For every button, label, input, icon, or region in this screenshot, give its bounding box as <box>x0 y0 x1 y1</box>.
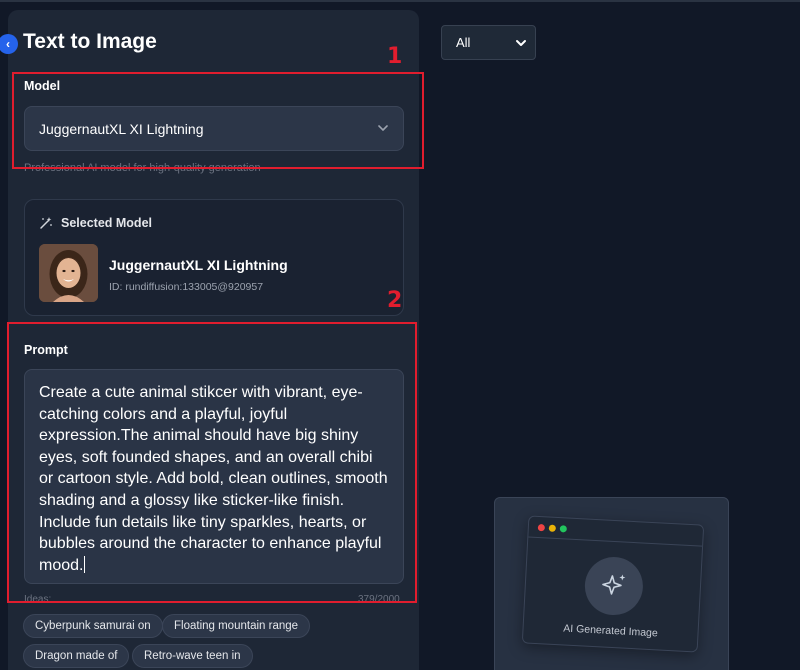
top-divider <box>0 0 800 2</box>
sparkles-glyph-icon <box>602 574 626 595</box>
generated-image-placeholder: AI Generated Image <box>494 497 729 670</box>
window-dot-green <box>559 525 567 533</box>
prompt-textarea[interactable]: Create a cute animal stikcer with vibran… <box>24 369 404 584</box>
selected-model-header: Selected Model <box>39 216 152 230</box>
page-title: Text to Image <box>23 30 157 53</box>
magic-wand-icon <box>40 217 52 229</box>
chevron-down-icon <box>378 125 388 131</box>
selected-model-name: JuggernautXL XI Lightning <box>109 257 288 273</box>
prompt-label: Prompt <box>24 343 68 357</box>
chevron-down-icon <box>516 40 526 46</box>
mock-browser-window: AI Generated Image <box>521 515 705 653</box>
filter-select[interactable]: All <box>441 25 536 60</box>
app-root: ‹ Text to Image Model JuggernautXL XI Li… <box>0 0 800 670</box>
model-select-value: JuggernautXL XI Lightning <box>39 120 204 137</box>
idea-chip[interactable]: Dragon made of <box>23 644 130 668</box>
selected-model-heading: Selected Model <box>61 216 152 230</box>
text-caret <box>84 555 86 573</box>
prompt-text: Create a cute animal stikcer with vibran… <box>39 384 388 574</box>
model-helper-text: Professional AI model for high-quality g… <box>24 162 261 174</box>
preview-caption: AI Generated Image <box>563 622 659 640</box>
filter-select-value: All <box>456 35 471 50</box>
window-dot-red <box>537 523 546 532</box>
portrait-photo-icon <box>39 244 98 302</box>
selected-model-id: ID: rundiffusion:133005@920957 <box>109 281 264 293</box>
window-divider <box>528 536 703 547</box>
selected-model-card: Selected Model JuggernautXL XI Lightning… <box>24 199 404 316</box>
sparkles-icon <box>583 555 645 617</box>
model-label: Model <box>24 79 61 93</box>
window-dot-yellow <box>548 524 557 532</box>
window-dots <box>537 523 567 533</box>
annotation-number-2: 2 <box>387 288 403 313</box>
model-avatar <box>39 244 98 302</box>
model-select[interactable]: JuggernautXL XI Lightning <box>24 106 404 151</box>
idea-chip[interactable]: Floating mountain range <box>162 614 311 638</box>
ideas-label: Ideas: <box>24 594 52 605</box>
collapse-toggle-icon[interactable]: ‹ <box>0 34 18 54</box>
idea-chip[interactable]: Cyberpunk samurai on <box>23 614 163 638</box>
annotation-number-1: 1 <box>387 44 403 69</box>
idea-chip[interactable]: Retro-wave teen in <box>132 644 253 668</box>
char-counter: 379/2000 <box>358 594 400 605</box>
